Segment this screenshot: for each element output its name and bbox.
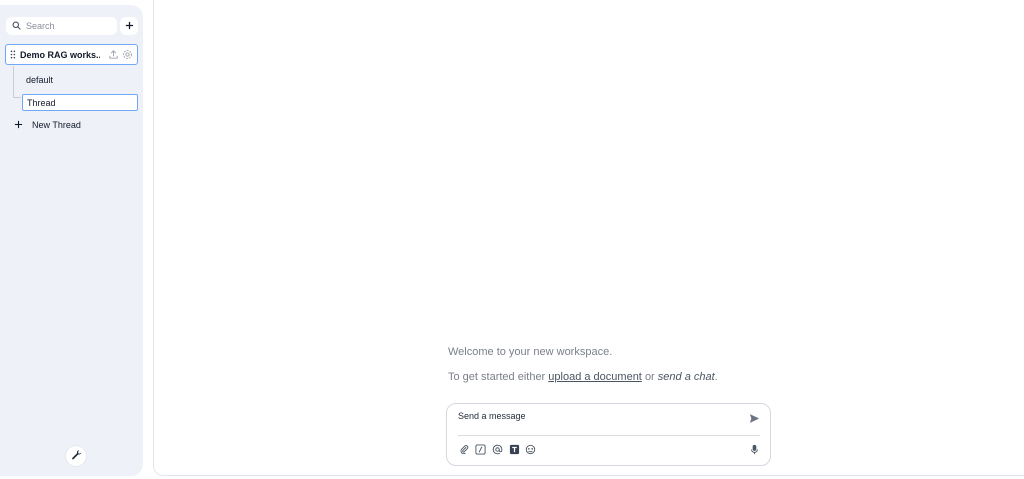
microphone-icon[interactable] — [749, 444, 760, 455]
thread-item-default[interactable]: default — [22, 71, 132, 89]
search-row — [6, 17, 138, 35]
search-box[interactable] — [6, 17, 117, 35]
tree-connector — [13, 66, 14, 98]
paperclip-icon[interactable] — [459, 444, 470, 455]
drag-handle-icon[interactable] — [10, 50, 16, 59]
workspace-item[interactable]: Demo RAG works... — [5, 44, 138, 65]
plus-icon — [125, 19, 134, 33]
start-suffix: . — [714, 371, 718, 383]
start-middle: or — [644, 371, 655, 383]
thread-label: default — [26, 75, 54, 85]
search-input[interactable] — [26, 21, 116, 31]
text-size-icon[interactable] — [509, 444, 520, 455]
send-icon[interactable] — [749, 413, 760, 424]
message-composer — [446, 403, 771, 466]
slash-command-icon[interactable] — [475, 444, 486, 455]
welcome-message: Welcome to your new workspace. — [448, 346, 613, 358]
search-icon — [12, 19, 21, 33]
at-mention-icon[interactable] — [492, 444, 503, 455]
start-prefix: To get started either — [448, 371, 546, 383]
new-thread-button[interactable]: New Thread — [14, 117, 114, 133]
upload-icon[interactable] — [108, 49, 119, 60]
tree-connector — [13, 97, 21, 98]
send-chat-link[interactable]: send a chat — [658, 371, 715, 383]
sidebar: Demo RAG works... default Thread New Thr… — [0, 5, 143, 476]
agent-icon[interactable] — [525, 444, 536, 455]
workspace-name: Demo RAG works... — [20, 49, 100, 60]
new-workspace-button[interactable] — [120, 17, 138, 35]
plus-icon — [14, 120, 32, 131]
upload-document-link[interactable]: upload a document — [548, 371, 642, 383]
wrench-icon — [71, 449, 82, 463]
gear-icon[interactable] — [122, 49, 133, 60]
composer-divider — [458, 435, 760, 436]
getting-started-text: To get started either upload a document … — [448, 371, 718, 383]
new-thread-label: New Thread — [32, 120, 81, 130]
thread-label: Thread — [27, 97, 56, 108]
settings-button[interactable] — [66, 446, 86, 466]
thread-item-active[interactable]: Thread — [22, 94, 138, 111]
message-input[interactable] — [458, 411, 738, 429]
